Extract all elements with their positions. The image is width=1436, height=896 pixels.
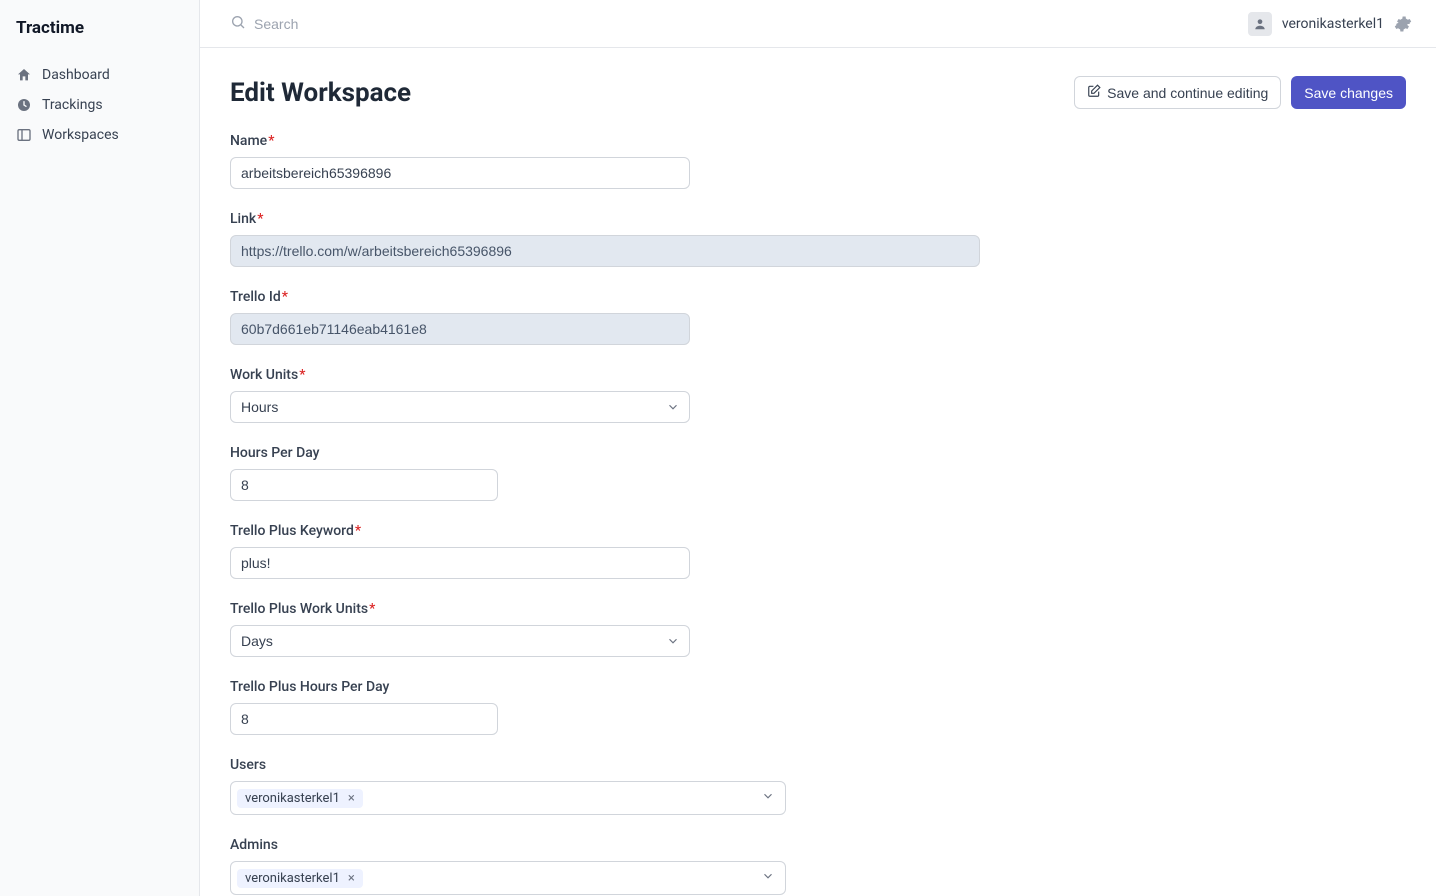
- field-admins: Admins veronikasterkel1 ×: [230, 837, 1406, 895]
- label-users: Users: [230, 757, 1406, 773]
- page-header: Edit Workspace Save and continue editing…: [230, 76, 1406, 109]
- avatar[interactable]: [1248, 12, 1272, 36]
- main: veronikasterkel1 Edit Workspace Save and…: [200, 0, 1436, 896]
- brand-title: Tractime: [0, 18, 199, 60]
- label-trello-id: Trello Id*: [230, 289, 1406, 305]
- label-hours-per-day: Hours Per Day: [230, 445, 1406, 461]
- label-trello-plus-hours-per-day: Trello Plus Hours Per Day: [230, 679, 1406, 695]
- field-trello-plus-hours-per-day: Trello Plus Hours Per Day: [230, 679, 1406, 735]
- edit-icon: [1087, 84, 1101, 101]
- field-users: Users veronikasterkel1 ×: [230, 757, 1406, 815]
- page-actions: Save and continue editing Save changes: [1074, 76, 1406, 109]
- field-trello-plus-keyword: Trello Plus Keyword*: [230, 523, 1406, 579]
- field-hours-per-day: Hours Per Day: [230, 445, 1406, 501]
- sidebar: Tractime Dashboard Trackings Workspaces: [0, 0, 200, 896]
- required-mark: *: [257, 211, 263, 227]
- save-label: Save changes: [1304, 85, 1393, 101]
- label-work-units: Work Units*: [230, 367, 1406, 383]
- topbar-right: veronikasterkel1: [1248, 12, 1412, 36]
- label-admins: Admins: [230, 837, 1406, 853]
- field-work-units: Work Units* Hours: [230, 367, 1406, 423]
- gear-icon[interactable]: [1394, 15, 1412, 33]
- label-link: Link*: [230, 211, 1406, 227]
- work-units-select[interactable]: Hours: [230, 391, 690, 423]
- user-tag: veronikasterkel1 ×: [237, 789, 363, 808]
- sidebar-item-label: Trackings: [42, 97, 103, 113]
- save-continue-label: Save and continue editing: [1107, 85, 1268, 101]
- trello-id-input: [230, 313, 690, 345]
- remove-tag-icon[interactable]: ×: [344, 871, 359, 886]
- label-name: Name*: [230, 133, 1406, 149]
- trello-plus-work-units-select[interactable]: Days: [230, 625, 690, 657]
- field-name: Name*: [230, 133, 1406, 189]
- sidebar-item-label: Dashboard: [42, 67, 110, 83]
- required-mark: *: [268, 133, 274, 149]
- layout-icon: [16, 127, 32, 143]
- topbar: veronikasterkel1: [200, 0, 1436, 48]
- required-mark: *: [282, 289, 288, 305]
- link-input: [230, 235, 980, 267]
- sidebar-item-workspaces[interactable]: Workspaces: [0, 120, 199, 150]
- save-continue-button[interactable]: Save and continue editing: [1074, 76, 1281, 109]
- chevron-down-icon: [761, 869, 775, 887]
- required-mark: *: [299, 367, 305, 383]
- label-trello-plus-work-units: Trello Plus Work Units*: [230, 601, 1406, 617]
- sidebar-item-label: Workspaces: [42, 127, 119, 143]
- field-trello-plus-work-units: Trello Plus Work Units* Days: [230, 601, 1406, 657]
- admins-multiselect[interactable]: veronikasterkel1 ×: [230, 861, 786, 895]
- user-tag-label: veronikasterkel1: [245, 791, 340, 806]
- content: Edit Workspace Save and continue editing…: [200, 48, 1436, 896]
- required-mark: *: [355, 523, 361, 539]
- hours-per-day-input[interactable]: [230, 469, 498, 501]
- username[interactable]: veronikasterkel1: [1282, 16, 1384, 32]
- sidebar-item-trackings[interactable]: Trackings: [0, 90, 199, 120]
- sidebar-item-dashboard[interactable]: Dashboard: [0, 60, 199, 90]
- trello-plus-keyword-input[interactable]: [230, 547, 690, 579]
- field-trello-id: Trello Id*: [230, 289, 1406, 345]
- page-title: Edit Workspace: [230, 78, 411, 108]
- clock-icon: [16, 97, 32, 113]
- search-input[interactable]: [254, 16, 554, 32]
- admin-tag: veronikasterkel1 ×: [237, 869, 363, 888]
- chevron-down-icon: [761, 789, 775, 807]
- label-trello-plus-keyword: Trello Plus Keyword*: [230, 523, 1406, 539]
- trello-plus-hours-per-day-input[interactable]: [230, 703, 498, 735]
- search-wrap: [230, 14, 1236, 34]
- admin-tag-label: veronikasterkel1: [245, 871, 340, 886]
- search-icon: [230, 14, 246, 34]
- required-mark: *: [369, 601, 375, 617]
- users-multiselect[interactable]: veronikasterkel1 ×: [230, 781, 786, 815]
- save-button[interactable]: Save changes: [1291, 76, 1406, 109]
- name-input[interactable]: [230, 157, 690, 189]
- remove-tag-icon[interactable]: ×: [344, 791, 359, 806]
- field-link: Link*: [230, 211, 1406, 267]
- home-icon: [16, 67, 32, 83]
